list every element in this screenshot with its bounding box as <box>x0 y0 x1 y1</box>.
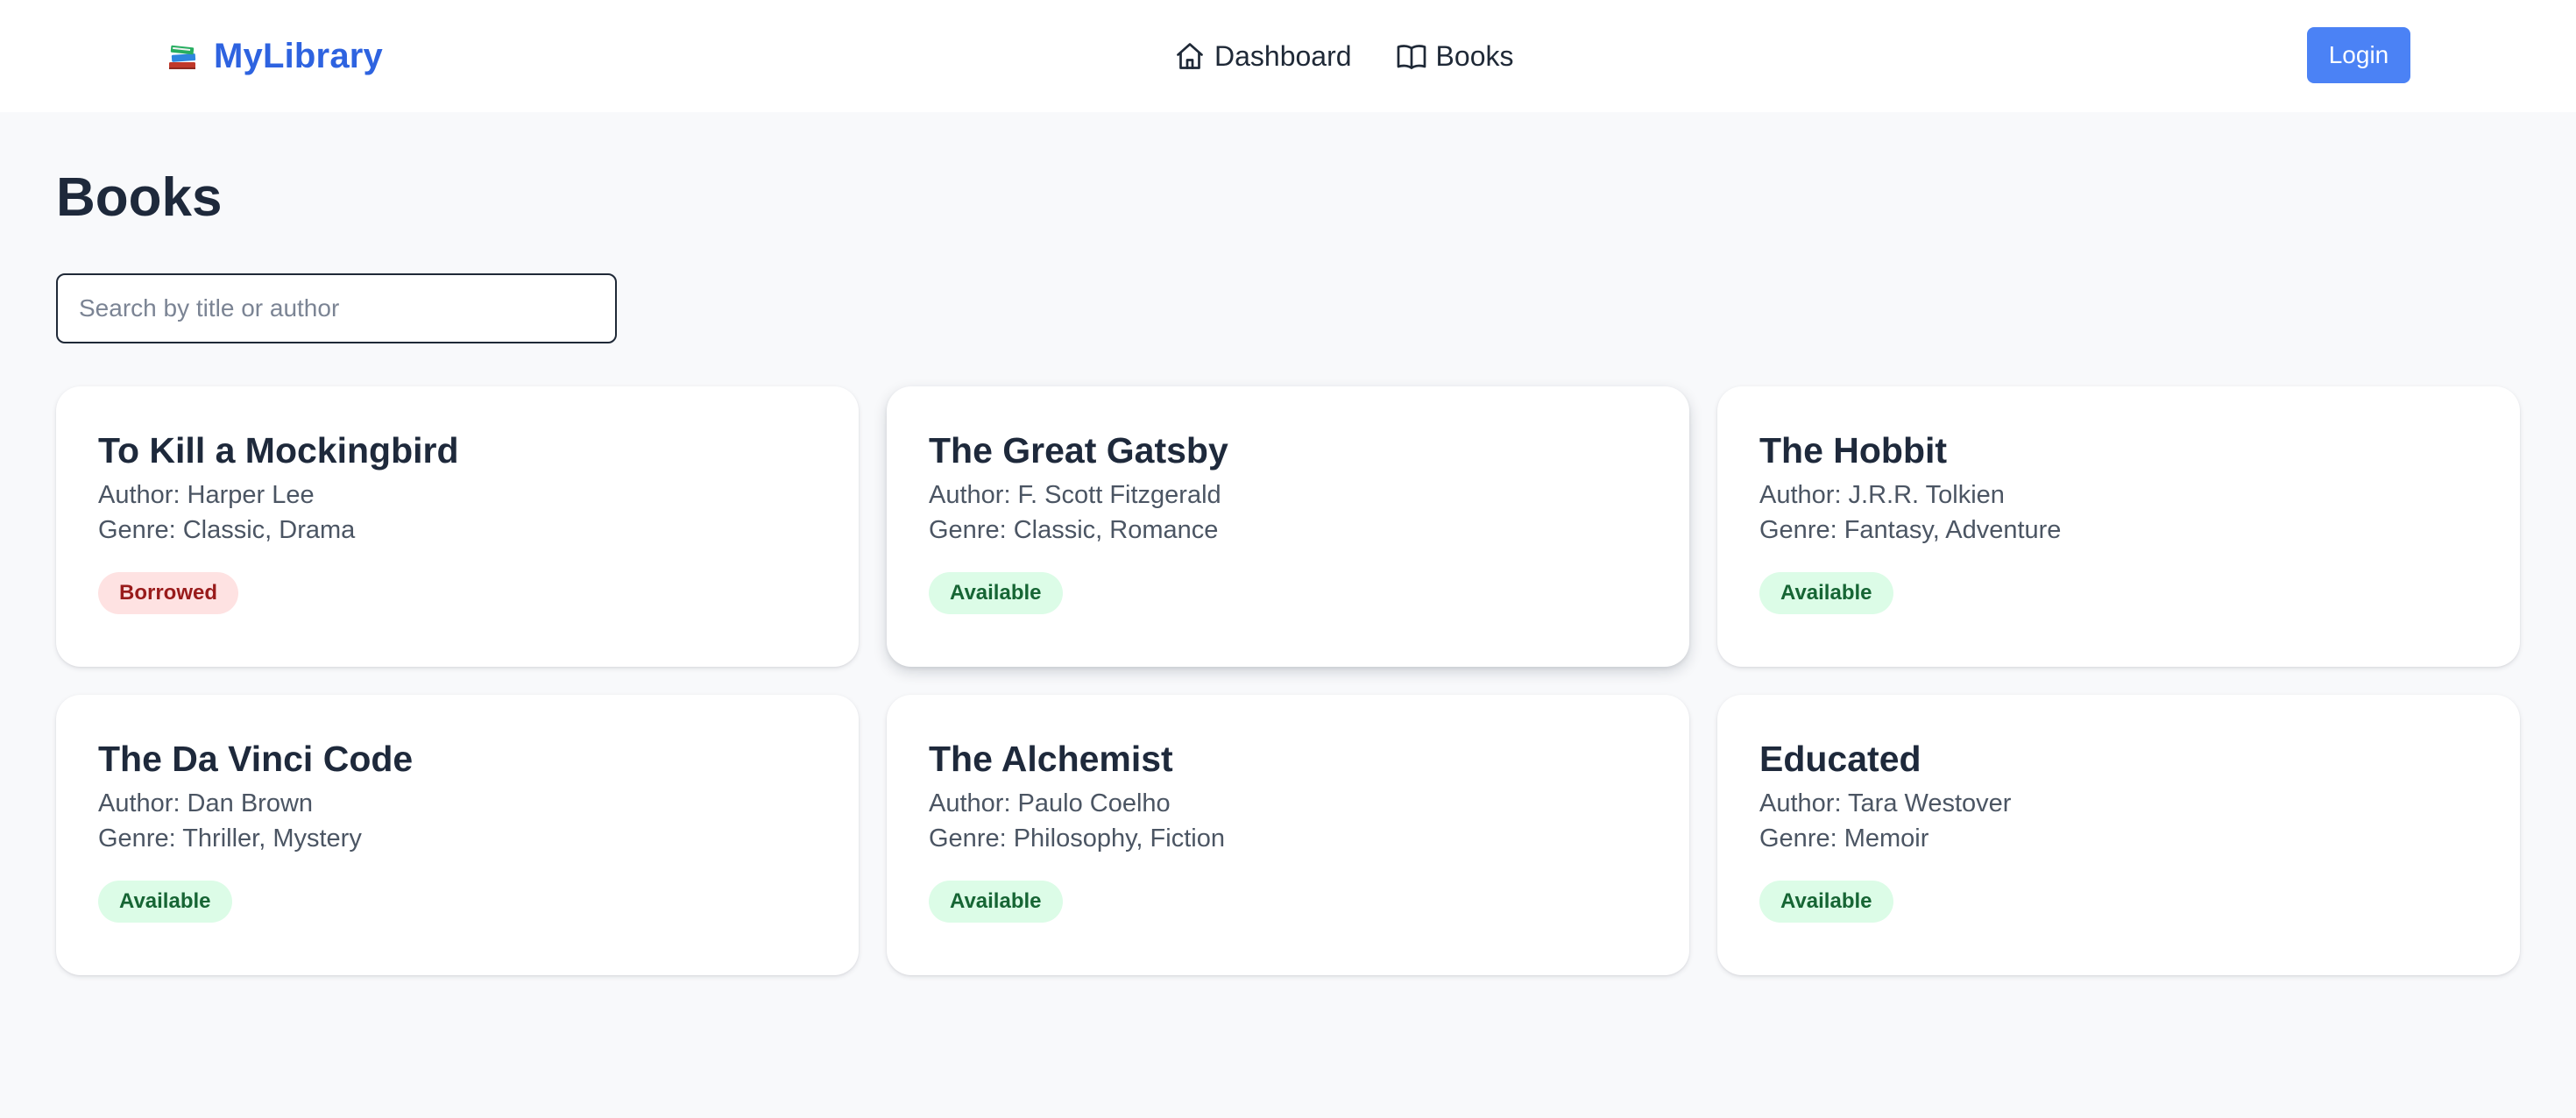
book-title: The Great Gatsby <box>929 430 1228 471</box>
status-badge: Borrowed <box>98 572 239 614</box>
book-genre: Genre: Philosophy, Fiction <box>929 824 1225 853</box>
top-navbar: MyLibrary Dashboard Books Login <box>0 0 2576 112</box>
book-grid: To Kill a Mockingbird Author: Harper Lee… <box>56 386 2520 975</box>
book-genre: Genre: Thriller, Mystery <box>98 824 362 853</box>
book-card[interactable]: The Hobbit Author: J.R.R. Tolkien Genre:… <box>1717 386 2520 667</box>
open-book-icon <box>1397 45 1426 69</box>
book-author: Author: J.R.R. Tolkien <box>1759 481 2005 509</box>
status-badge: Available <box>1759 572 1893 614</box>
book-title: The Da Vinci Code <box>98 739 414 779</box>
brand-link[interactable]: MyLibrary <box>165 33 383 79</box>
book-author: Author: F. Scott Fitzgerald <box>929 481 1221 509</box>
book-title: To Kill a Mockingbird <box>98 430 459 471</box>
book-author: Author: Paulo Coelho <box>929 789 1171 817</box>
nav-item-dashboard[interactable]: Dashboard <box>1174 40 1352 73</box>
book-title: The Alchemist <box>929 739 1173 779</box>
main-nav: Dashboard Books <box>1174 33 1557 79</box>
books-stack-icon <box>169 45 196 69</box>
login-button[interactable]: Login <box>2307 27 2410 83</box>
book-title: The Hobbit <box>1759 430 1948 471</box>
book-author: Author: Dan Brown <box>98 789 314 817</box>
book-genre: Genre: Fantasy, Adventure <box>1759 516 2062 544</box>
nav-item-books[interactable]: Books <box>1396 39 1514 73</box>
book-author: Author: Tara Westover <box>1759 789 2012 817</box>
book-genre: Genre: Classic, Drama <box>98 516 356 544</box>
book-card[interactable]: Educated Author: Tara Westover Genre: Me… <box>1717 695 2520 975</box>
book-card[interactable]: The Alchemist Author: Paulo Coelho Genre… <box>887 695 1689 975</box>
book-author: Author: Harper Lee <box>98 481 315 509</box>
home-icon <box>1177 43 1203 69</box>
status-badge: Available <box>1759 881 1893 923</box>
book-card[interactable]: The Da Vinci Code Author: Dan Brown Genr… <box>56 695 859 975</box>
page-title: Books <box>56 167 223 228</box>
search-input[interactable] <box>56 273 617 343</box>
book-title: Educated <box>1759 739 1921 779</box>
status-badge: Available <box>98 881 232 923</box>
book-card[interactable]: To Kill a Mockingbird Author: Harper Lee… <box>56 386 859 667</box>
brand-name: MyLibrary <box>214 36 383 75</box>
book-genre: Genre: Memoir <box>1759 824 1929 853</box>
book-card[interactable]: The Great Gatsby Author: F. Scott Fitzge… <box>887 386 1689 667</box>
nav-item-label: Books <box>1435 39 1514 72</box>
nav-item-label: Dashboard <box>1214 39 1352 72</box>
status-badge: Available <box>929 572 1063 614</box>
status-badge: Available <box>929 881 1063 923</box>
book-genre: Genre: Classic, Romance <box>929 516 1219 544</box>
